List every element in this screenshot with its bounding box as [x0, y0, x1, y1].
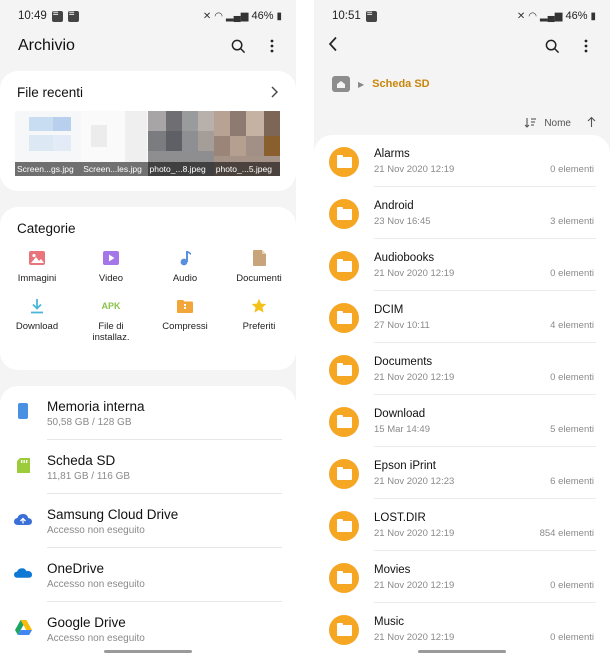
- folder-icon: [329, 355, 359, 385]
- folder-icon: [329, 303, 359, 333]
- folder-row[interactable]: Alarms 21 Nov 2020 12:19 0 elementi: [314, 135, 610, 187]
- folder-icon: [329, 199, 359, 229]
- thumbnail-caption: photo_...8.jpeg: [147, 162, 214, 176]
- storage-card: Memoria interna 50,58 GB / 128 GB Scheda…: [0, 386, 296, 657]
- folder-row[interactable]: DCIM 27 Nov 10:11 4 elementi: [314, 291, 610, 343]
- folder-row[interactable]: Documents 21 Nov 2020 12:19 0 elementi: [314, 343, 610, 395]
- samsung-cloud-icon: [14, 510, 32, 528]
- categories-card: Categorie Immagini Video Audio Documenti…: [0, 207, 296, 370]
- mute-icon: ✕: [516, 10, 526, 22]
- recent-files-card: File recenti Screen...gs.jpg Screen...le…: [0, 71, 296, 191]
- recent-thumbnail[interactable]: photo_...5.jpeg: [213, 111, 280, 176]
- category-documents[interactable]: Documenti: [222, 247, 296, 285]
- sort-order-icon[interactable]: [524, 117, 537, 131]
- status-bar: 10:51 ✕ ◠ ▂▄▆ 46% ▮: [314, 0, 610, 32]
- thumbnail-caption: Screen...les.jpg: [81, 162, 148, 176]
- file-list: Alarms 21 Nov 2020 12:19 0 elementi Andr…: [314, 135, 610, 657]
- folder-icon: [329, 511, 359, 541]
- signal-icon: ▂▄▆: [225, 10, 249, 22]
- sd-card-screen: 10:51 ✕ ◠ ▂▄▆ 46% ▮ ▶ Scheda SD Nome: [314, 0, 610, 657]
- image-icon: [26, 247, 48, 269]
- categories-title: Categorie: [17, 221, 76, 236]
- folder-icon: [329, 563, 359, 593]
- category-images[interactable]: Immagini: [0, 247, 74, 285]
- folder-row[interactable]: Download 15 Mar 14:49 5 elementi: [314, 395, 610, 447]
- video-icon: [100, 247, 122, 269]
- folder-icon: [329, 615, 359, 645]
- thumbnail-caption: Screen...gs.jpg: [15, 162, 82, 176]
- notification-icon: [51, 8, 63, 22]
- search-icon[interactable]: [542, 36, 562, 56]
- onedrive-icon: [14, 564, 32, 582]
- battery-level: 46%: [565, 10, 588, 22]
- storage-sd-card[interactable]: Scheda SD 11,81 GB / 116 GB: [0, 440, 296, 494]
- storage-onedrive[interactable]: OneDrive Accesso non eseguito: [0, 548, 296, 602]
- back-arrow-icon[interactable]: [328, 36, 338, 57]
- breadcrumb: ▶ Scheda SD: [332, 76, 430, 92]
- folder-row[interactable]: Android 23 Nov 16:45 3 elementi: [314, 187, 610, 239]
- folder-icon: [329, 251, 359, 281]
- thumbnail-caption: photo_...5.jpeg: [213, 162, 280, 176]
- search-icon[interactable]: [228, 36, 248, 56]
- home-folder-icon[interactable]: [332, 76, 350, 92]
- category-installation-files[interactable]: APK File di installaz.: [74, 295, 148, 344]
- sort-label[interactable]: Nome: [544, 118, 571, 129]
- folder-icon: [329, 147, 359, 177]
- more-options-icon[interactable]: [262, 36, 282, 56]
- category-favorites[interactable]: Preferiti: [222, 295, 296, 344]
- battery-icon: ▮: [276, 10, 282, 22]
- recent-thumbnail[interactable]: Screen...gs.jpg: [15, 111, 82, 176]
- battery-icon: ▮: [590, 10, 596, 22]
- status-bar: 10:49 ✕ ◠ ▂▄▆ 46% ▮: [0, 0, 296, 32]
- archive-screen: 10:49 ✕ ◠ ▂▄▆ 46% ▮ Archivio File recent…: [0, 0, 296, 657]
- recent-thumbnail[interactable]: Screen...les.jpg: [81, 111, 148, 176]
- home-gesture-bar[interactable]: [418, 650, 506, 653]
- recent-thumbnail[interactable]: photo_...8.jpeg: [147, 111, 214, 176]
- category-compressed[interactable]: Compressi: [148, 295, 222, 344]
- more-options-icon[interactable]: [576, 36, 596, 56]
- mute-icon: ✕: [202, 10, 212, 22]
- download-icon: [26, 295, 48, 317]
- folder-row[interactable]: Epson iPrint 21 Nov 2020 12:23 6 element…: [314, 447, 610, 499]
- breadcrumb-separator-icon: ▶: [358, 79, 365, 89]
- sd-card-icon: [14, 456, 32, 474]
- category-audio[interactable]: Audio: [148, 247, 222, 285]
- sort-direction-icon[interactable]: [587, 116, 596, 131]
- notification-icon: [67, 8, 79, 22]
- storage-google-drive[interactable]: Google Drive Accesso non eseguito: [0, 602, 296, 656]
- folder-row[interactable]: Music 21 Nov 2020 12:19 0 elementi: [314, 603, 610, 655]
- folder-icon: [329, 407, 359, 437]
- star-icon: [248, 295, 270, 317]
- folder-row[interactable]: Movies 21 Nov 2020 12:19 0 elementi: [314, 551, 610, 603]
- category-video[interactable]: Video: [74, 247, 148, 285]
- folder-row[interactable]: Audiobooks 21 Nov 2020 12:19 0 elementi: [314, 239, 610, 291]
- sort-control[interactable]: Nome: [524, 116, 596, 131]
- phone-icon: [14, 402, 32, 420]
- storage-samsung-cloud[interactable]: Samsung Cloud Drive Accesso non eseguito: [0, 494, 296, 548]
- apk-icon: APK: [101, 300, 121, 311]
- notification-icon: [365, 8, 377, 22]
- zip-icon: [174, 295, 196, 317]
- folder-row[interactable]: LOST.DIR 21 Nov 2020 12:19 854 elementi: [314, 499, 610, 551]
- breadcrumb-current[interactable]: Scheda SD: [372, 78, 429, 90]
- page-title: Archivio: [18, 37, 75, 54]
- status-time: 10:51: [332, 10, 361, 22]
- folder-icon: [329, 459, 359, 489]
- wifi-icon: ◠: [214, 10, 223, 22]
- status-time: 10:49: [18, 10, 47, 22]
- category-download[interactable]: Download: [0, 295, 74, 344]
- google-drive-icon: [14, 618, 32, 636]
- signal-icon: ▂▄▆: [539, 10, 563, 22]
- storage-internal[interactable]: Memoria interna 50,58 GB / 128 GB: [0, 386, 296, 440]
- wifi-icon: ◠: [528, 10, 537, 22]
- audio-icon: [174, 247, 196, 269]
- chevron-right-icon[interactable]: [270, 85, 278, 103]
- battery-level: 46%: [251, 10, 274, 22]
- home-gesture-bar[interactable]: [104, 650, 192, 653]
- recent-files-title: File recenti: [17, 85, 84, 100]
- document-icon: [248, 247, 270, 269]
